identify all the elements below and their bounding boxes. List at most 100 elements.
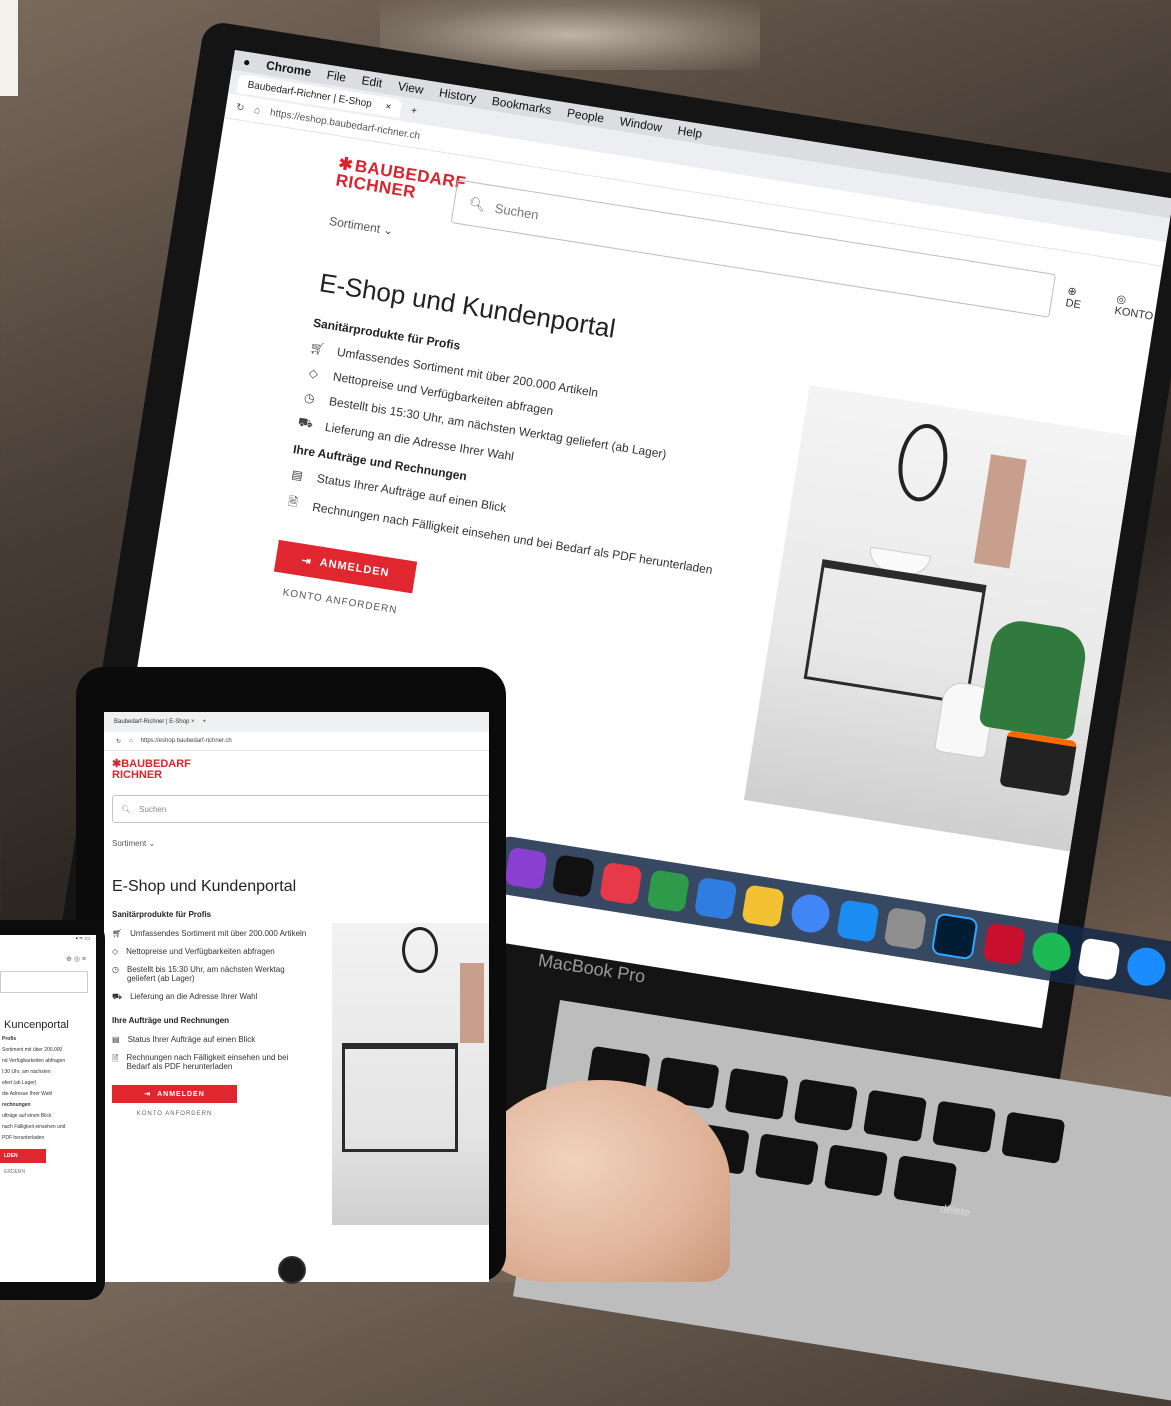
- sortiment-menu[interactable]: Sortiment ⌄: [112, 839, 489, 848]
- system-preferences-icon[interactable]: [883, 906, 928, 951]
- tag-icon: ◇: [307, 365, 320, 381]
- new-tab-icon[interactable]: +: [202, 719, 206, 725]
- login-button[interactable]: ⇥ ANMELDEN: [273, 539, 418, 594]
- hand: [470, 1080, 730, 1282]
- login-icon: ⇥: [300, 554, 313, 568]
- menu-view[interactable]: View: [397, 79, 425, 97]
- truck-icon: ⛟: [112, 992, 123, 1001]
- key: [754, 1133, 819, 1186]
- clock-icon: ◷: [303, 390, 316, 406]
- phone-status-bar: ▪ ≈ ▭: [75, 936, 90, 942]
- login-button[interactable]: LDEN: [0, 1149, 46, 1163]
- news-icon[interactable]: [599, 861, 643, 906]
- phone-text: l:30 Uhr, am nächsten: [2, 1069, 51, 1075]
- new-tab-icon[interactable]: +: [410, 105, 417, 117]
- reload-icon[interactable]: ↻: [116, 738, 121, 745]
- search-placeholder: Suchen: [493, 200, 540, 222]
- search-input[interactable]: [0, 971, 88, 993]
- close-tab-icon[interactable]: ×: [385, 101, 392, 113]
- login-icon: ⇥: [144, 1091, 152, 1098]
- tablet-tabbar: Baubedarf-Richner | E-Shop × +: [104, 712, 489, 732]
- reload-icon[interactable]: ↻: [235, 101, 245, 113]
- onepassword-icon[interactable]: [1124, 944, 1169, 989]
- tablet-home-button[interactable]: [278, 1256, 306, 1284]
- cart-icon: 🛒︎: [308, 340, 326, 357]
- background-card: [0, 0, 18, 96]
- phone-text: nd Verfügbarkeiten abfragen: [2, 1058, 66, 1064]
- appletv-icon[interactable]: [551, 854, 596, 898]
- phone-text: nach Fälligkeit einsehen und: [2, 1124, 66, 1130]
- key: [893, 1155, 958, 1208]
- feature-item: 🗎 Rechnungen nach Fälligkeit einsehen und…: [112, 1053, 289, 1071]
- vanity-shape: [342, 1043, 458, 1152]
- request-account-link[interactable]: KONTO ANFORDERN: [270, 585, 410, 618]
- keynote-icon[interactable]: [693, 876, 738, 921]
- key: [932, 1100, 997, 1154]
- language-selector[interactable]: ⊕ DE: [1065, 284, 1090, 312]
- truck-icon: ⛟: [297, 414, 315, 431]
- home-icon[interactable]: ⌂: [253, 104, 261, 116]
- orders-icon: ▤: [112, 1035, 120, 1044]
- menu-help[interactable]: Help: [677, 123, 704, 141]
- richner-logo[interactable]: ✱BAUBEDARF RICHNER: [112, 759, 489, 781]
- request-account-link[interactable]: ERDERN: [0, 1169, 96, 1175]
- numbers-icon[interactable]: [646, 869, 691, 913]
- login-button[interactable]: ⇥ ANMELDEN: [112, 1085, 237, 1103]
- pages-icon[interactable]: [741, 884, 785, 928]
- acrobat-icon[interactable]: [982, 922, 1026, 966]
- menu-history[interactable]: History: [438, 86, 477, 106]
- invoice-icon: 🗎: [112, 1054, 119, 1063]
- search-icon: 🔍︎: [121, 804, 132, 814]
- address-bar[interactable]: https://eshop.baubedarf-richner.ch: [141, 738, 232, 744]
- phone-screen: ▪ ≈ ▭ ⊕ ◎ ≡ Kuncenportal Profis Sortimen…: [0, 935, 96, 1282]
- key: [862, 1089, 928, 1143]
- phone-text: PDF herunterladen: [2, 1135, 45, 1141]
- spotify-icon[interactable]: [1029, 929, 1074, 974]
- home-icon[interactable]: ⌂: [129, 738, 133, 744]
- request-account-link[interactable]: KONTO ANFORDERN: [112, 1111, 237, 1117]
- phone-text: die Adresse Ihrer Wahl: [2, 1091, 53, 1097]
- feature-item: ◇ Nettopreise und Verfügbarkeiten abfrage…: [112, 947, 275, 956]
- search-input[interactable]: 🔍︎ Suchen: [112, 795, 489, 823]
- feature-item: ◷ Bestellt bis 15:30 Uhr, am nächsten Wer…: [112, 965, 285, 983]
- podcasts-icon[interactable]: [504, 846, 548, 891]
- toolbag-shape: [999, 730, 1078, 797]
- apple-icon[interactable]: ●: [242, 55, 251, 70]
- key: [1001, 1111, 1066, 1164]
- plumber-shape: [978, 616, 1090, 741]
- menu-edit[interactable]: Edit: [361, 73, 384, 90]
- feature-item: ⛟ Lieferung an die Adresse Ihrer Wahl: [112, 992, 258, 1001]
- menu-file[interactable]: File: [326, 68, 347, 85]
- orders-icon: ▤: [290, 467, 304, 483]
- account-button[interactable]: ◎ KONTO: [1114, 292, 1158, 323]
- tablet-page: ✱BAUBEDARF RICHNER 🔍︎ Suchen Sortiment ⌄…: [104, 751, 489, 1225]
- globe-icon: ⊕: [66, 956, 72, 963]
- photoshop-icon[interactable]: [930, 912, 979, 961]
- towel-shape: [460, 963, 484, 1043]
- slack-icon[interactable]: [1077, 937, 1121, 981]
- phone-text: rechnungen: [2, 1102, 31, 1108]
- section-heading-profis: Sanitärprodukte für Profis: [112, 910, 212, 919]
- key: [793, 1078, 858, 1132]
- invoice-icon: 🗎: [287, 493, 299, 510]
- menu-people[interactable]: People: [566, 106, 605, 126]
- tablet-tab[interactable]: Baubedarf-Richner | E-Shop ×: [114, 719, 194, 725]
- phone-text: Sortiment mit über 200.000: [2, 1047, 63, 1053]
- chrome-icon[interactable]: [788, 891, 833, 936]
- tablet-urlbar: ↻ ⌂ https://eshop.baubedarf-richner.ch: [104, 732, 489, 751]
- appstore-icon[interactable]: [836, 899, 880, 943]
- clock-icon: ◷: [112, 965, 119, 974]
- cart-icon: 🛒︎: [112, 929, 123, 938]
- tablet-screen: Baubedarf-Richner | E-Shop × + ↻ ⌂ https…: [104, 712, 489, 1282]
- user-icon: ◎: [73, 956, 80, 963]
- towel-shape: [973, 454, 1027, 569]
- page-title: Kuncenportal: [4, 1019, 69, 1031]
- mirror-shape: [402, 927, 438, 973]
- mirror-shape: [893, 420, 953, 505]
- menu-icon: ≡: [81, 956, 86, 963]
- chevron-down-icon: ⌄: [382, 222, 395, 238]
- phone-text: ufträge auf einen Blick: [2, 1113, 52, 1119]
- feature-item: 🛒︎ Umfassendes Sortiment mit über 200.000…: [112, 929, 307, 938]
- phone-text: Profis: [2, 1036, 17, 1042]
- page-title: E-Shop und Kundenportal: [112, 878, 297, 895]
